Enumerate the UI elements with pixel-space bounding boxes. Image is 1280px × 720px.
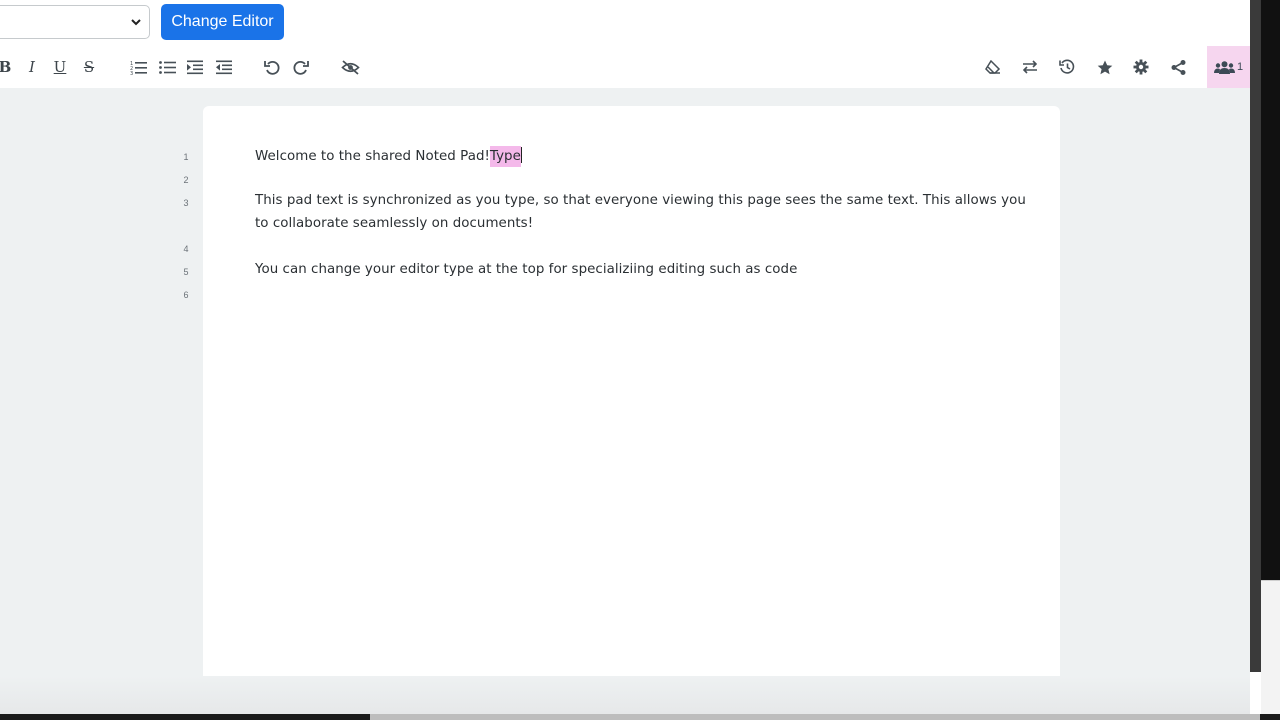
author-highlight: Type [489,146,521,167]
horizontal-scrollbar-thumb[interactable] [370,714,1260,720]
swap-arrows-icon [1022,60,1038,74]
line-number: 3 [183,198,189,208]
window-edge [1261,0,1280,580]
bottom-shade [0,676,1250,714]
gear-icon [1133,59,1149,75]
editor-type-select[interactable] [0,5,150,39]
pad-line[interactable]: Welcome to the shared Noted Pad!Type [255,146,522,167]
users-button[interactable]: 1 [1207,46,1250,88]
indent-icon [187,60,203,74]
chevron-down-icon [131,19,141,26]
top-bar: Change Editor [0,0,1250,46]
svg-text:3: 3 [130,71,133,75]
unordered-list-icon [158,60,176,74]
pad-line[interactable]: You can change your editor type at the t… [255,262,797,277]
italic-button[interactable]: I [23,46,41,88]
line-number: 6 [183,290,189,300]
text-caret [520,147,522,163]
users-icon [1213,60,1235,74]
line-number: 4 [183,244,189,254]
change-editor-button[interactable]: Change Editor [161,4,284,40]
strikethrough-button[interactable]: S [80,46,98,88]
clear-authorship-button[interactable] [982,46,1004,88]
italic-icon: I [29,58,35,76]
line-number: 1 [183,152,189,162]
ordered-list-button[interactable]: 1 2 3 [128,46,148,88]
outdent-icon [216,60,232,74]
settings-button[interactable] [1130,46,1152,88]
line-number: 2 [183,175,189,185]
underline-icon: U [53,58,67,76]
undo-icon [264,60,280,75]
saved-revision-button[interactable] [1094,46,1116,88]
timeslider-button[interactable] [1056,46,1078,88]
undo-button[interactable] [262,46,282,88]
import-export-button[interactable] [1019,46,1041,88]
line-number: 5 [183,267,189,277]
unordered-list-button[interactable] [157,46,177,88]
history-icon [1059,59,1075,74]
redo-button[interactable] [291,46,311,88]
outdent-button[interactable] [214,46,234,88]
eye-slash-icon [340,59,360,75]
vertical-scrollbar[interactable] [1250,0,1261,672]
pad-line-text: Welcome to the shared Noted Pad! [255,149,490,164]
strikethrough-icon: S [83,58,95,76]
bold-icon: B [0,58,12,76]
underline-button[interactable]: U [51,46,69,88]
ordered-list-icon: 1 2 3 [130,61,147,75]
hide-colors-button[interactable] [339,46,361,88]
eraser-icon [985,60,1001,74]
pad-line-continuation[interactable]: to collaborate seamlessly on documents! [255,216,533,231]
user-count: 1 [1236,61,1244,73]
star-icon [1097,60,1113,74]
share-button[interactable] [1167,46,1189,88]
pad-line[interactable]: This pad text is synchronized as you typ… [255,193,1026,208]
window-edge-lower [1261,580,1280,720]
bold-button[interactable]: B [0,46,14,88]
share-icon [1171,59,1185,75]
indent-button[interactable] [185,46,205,88]
editor-toolbar: B I U S 1 2 3 1 [0,46,1250,88]
redo-icon [293,60,309,75]
